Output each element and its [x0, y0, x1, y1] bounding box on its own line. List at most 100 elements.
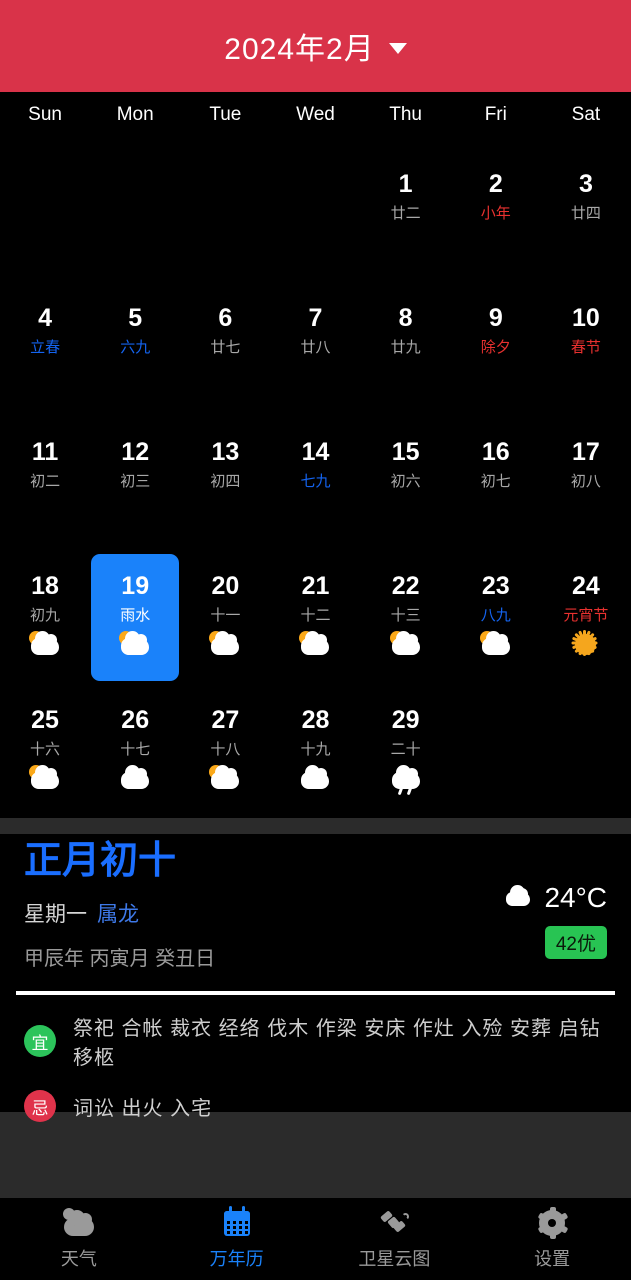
calendar-day-25[interactable]: 25 十六: [0, 682, 90, 816]
nav-label: 设置: [534, 1248, 571, 1269]
day-weather-icon-slot: [297, 765, 333, 791]
calendar-icon[interactable]: [220, 1205, 254, 1238]
weather-cloud-icon[interactable]: [62, 1207, 96, 1238]
day-lunar-label: 除夕: [480, 339, 511, 356]
calendar-day-3[interactable]: 3 廿四: [541, 146, 631, 280]
day-weather-icon-slot: [388, 765, 424, 796]
weekday-zodiac-line: 星期一 属龙: [24, 898, 215, 928]
nav-item-卫星云图[interactable]: 卫星云图: [316, 1208, 474, 1271]
calendar-day-22[interactable]: 22 十三: [361, 548, 451, 682]
day-number: 17: [572, 438, 600, 466]
calendar-day-8[interactable]: 8 廿九: [361, 280, 451, 414]
calendar-day-12[interactable]: 12 初三: [90, 414, 180, 548]
day-number: 29: [391, 706, 420, 734]
calendar-day-17[interactable]: 17 初八: [541, 414, 631, 548]
day-number: 5: [128, 304, 143, 332]
calendar-day-content: 14 七九: [300, 440, 330, 523]
calendar-day-7[interactable]: 7 廿八: [270, 280, 360, 414]
nav-label: 天气: [60, 1248, 97, 1269]
day-lunar-label: 十一: [210, 607, 241, 624]
calendar-day-21[interactable]: 21 十二: [270, 548, 360, 682]
calendar-day-content: 27 十八: [207, 708, 243, 791]
calendar-day-9[interactable]: 9 除夕: [451, 280, 541, 414]
day-lunar-label: 初七: [480, 473, 511, 490]
chevron-down-icon[interactable]: [388, 42, 407, 54]
day-weather-icon-slot: [27, 765, 63, 791]
day-lunar-label: 初八: [570, 473, 601, 490]
nav-item-万年历[interactable]: 万年历: [158, 1205, 316, 1271]
calendar-day-26[interactable]: 26 十七: [90, 682, 180, 816]
calendar-day-6[interactable]: 6 廿七: [180, 280, 270, 414]
nav-item-天气[interactable]: 天气: [0, 1207, 158, 1271]
calendar-day-18[interactable]: 18 初九: [0, 548, 90, 682]
day-number: 7: [308, 304, 323, 332]
yi-items-text: 祭祀 合帐 裁衣 经络 伐木 作梁 安床 作灶 入殓 安葬 启钻 移柩: [73, 1018, 601, 1069]
calendar-day-2[interactable]: 2 小年: [451, 146, 541, 280]
day-number: 2: [488, 170, 503, 198]
day-lunar-label: 立春: [30, 339, 61, 356]
calendar-day-content: 22 十三: [388, 574, 424, 657]
calendar-day-24[interactable]: 24 元宵节: [541, 548, 631, 682]
partly-cloudy-icon: [117, 631, 153, 657]
weekday-fri: Fri: [484, 104, 507, 125]
weekday-wed: Wed: [296, 104, 335, 125]
day-lunar-label: 初四: [210, 473, 241, 490]
day-number: 8: [398, 304, 413, 332]
calendar-day-16[interactable]: 16 初七: [451, 414, 541, 548]
day-lunar-label: 十九: [300, 741, 331, 758]
day-lunar-label: 十三: [390, 607, 421, 624]
calendar-week-row: 18 初九 19 雨水 20 十一 21 十二 22 十三 23 八九 24 元宵节: [0, 548, 631, 682]
calendar-day-19[interactable]: 19 雨水: [90, 548, 180, 682]
day-weather-icon-slot: [117, 765, 153, 791]
weather-summary[interactable]: 24°C 42优: [504, 882, 607, 959]
yi-badge-icon: 宜: [24, 1025, 56, 1057]
partly-cloudy-icon: [27, 765, 63, 791]
day-weather-icon-slot: [388, 631, 424, 657]
calendar-day-content: 21 十二: [297, 574, 333, 657]
cloudy-icon: [297, 765, 333, 791]
day-number: 4: [38, 304, 53, 332]
nav-item-设置[interactable]: 设置: [473, 1206, 631, 1271]
day-lunar-label: 十七: [120, 741, 151, 758]
calendar-day-11[interactable]: 11 初二: [0, 414, 90, 548]
calendar-day-20[interactable]: 20 十一: [180, 548, 270, 682]
day-weather-icon-slot: [117, 631, 153, 657]
calendar-day-content: 19 雨水: [117, 574, 153, 657]
calendar-day-content: 15 初六: [391, 440, 421, 523]
day-lunar-label: 初二: [30, 473, 61, 490]
calendar-day-23[interactable]: 23 八九: [451, 548, 541, 682]
calendar-day-content: 5 六九: [120, 306, 150, 389]
calendar-day-content: 6 廿七: [210, 306, 240, 389]
nav-label: 卫星云图: [358, 1248, 431, 1269]
calendar-day-28[interactable]: 28 十九: [270, 682, 360, 816]
day-lunar-label: 初六: [390, 473, 421, 490]
calendar-day-5[interactable]: 5 六九: [90, 280, 180, 414]
gear-icon[interactable]: [535, 1206, 569, 1239]
calendar-day-10[interactable]: 10 春节: [541, 280, 631, 414]
calendar-day-content: 8 廿九: [391, 306, 421, 389]
day-weather-icon-slot: [297, 631, 333, 657]
satellite-icon[interactable]: [377, 1208, 411, 1238]
day-number: 12: [121, 438, 150, 466]
calendar-day-13[interactable]: 13 初四: [180, 414, 270, 548]
almanac-ji-row: 忌 词讼 出火 入宅: [24, 1090, 607, 1122]
calendar-day-27[interactable]: 27 十八: [180, 682, 270, 816]
cloudy-icon: [117, 765, 153, 791]
calendar-day-content: 24 元宵节: [563, 574, 608, 657]
day-lunar-label: 廿七: [210, 339, 241, 356]
day-lunar-label: 七九: [300, 473, 331, 490]
calendar-day-content: 16 初七: [481, 440, 511, 523]
almanac-section: 宜 祭祀 合帐 裁衣 经络 伐木 作梁 安床 作灶 入殓 安葬 启钻 移柩 忌 …: [0, 1012, 631, 1142]
calendar-day-29[interactable]: 29 二十: [361, 682, 451, 816]
cloud-icon: [504, 885, 534, 908]
day-number: 26: [121, 706, 150, 734]
day-number: 18: [31, 572, 59, 600]
day-number: 23: [481, 572, 510, 600]
month-selector[interactable]: 2024年2月: [224, 24, 407, 68]
calendar-day-14[interactable]: 14 七九: [270, 414, 360, 548]
day-number: 9: [488, 304, 503, 332]
calendar-day-4[interactable]: 4 立春: [0, 280, 90, 414]
weekday-mon: Mon: [116, 104, 154, 125]
calendar-day-1[interactable]: 1 廿二: [361, 146, 451, 280]
calendar-day-15[interactable]: 15 初六: [361, 414, 451, 548]
